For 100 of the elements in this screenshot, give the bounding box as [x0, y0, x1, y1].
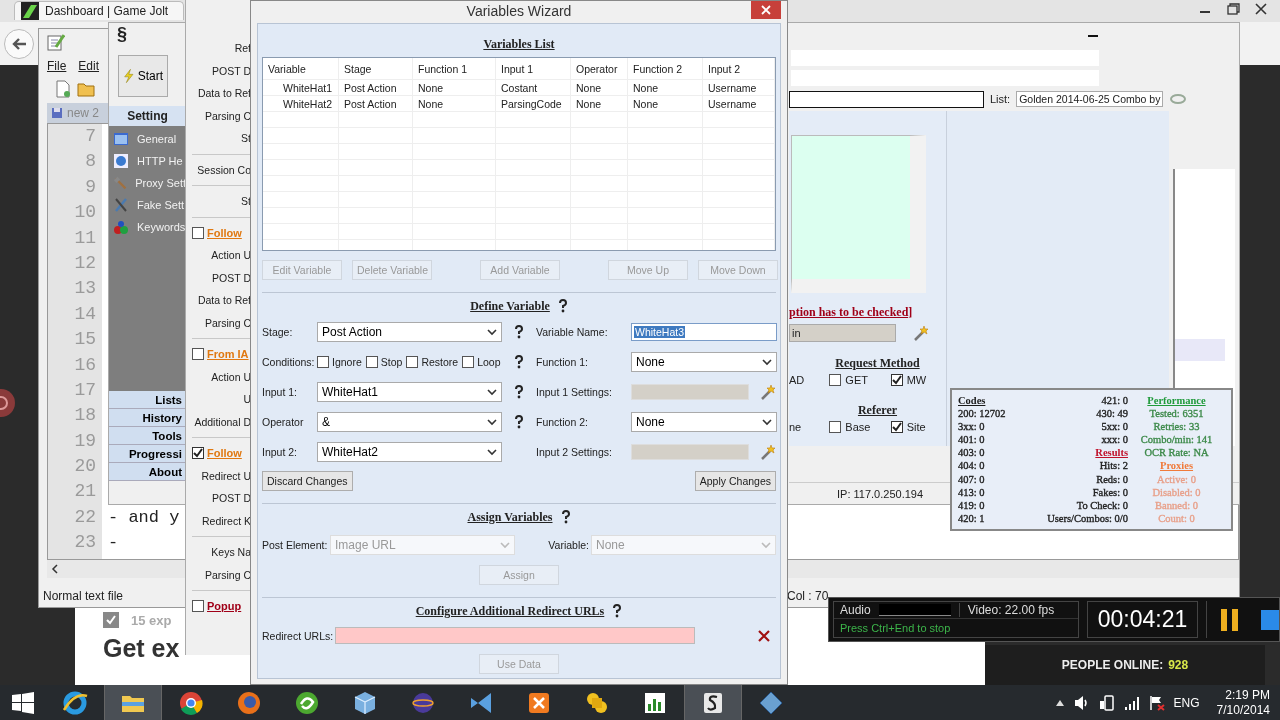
browser-tab[interactable]: Dashboard | Game Jolt — [14, 1, 184, 20]
stat-value: Hits: 2 — [1099, 459, 1128, 473]
table-cell: None — [571, 80, 628, 96]
stat-value: 421: 0 — [1101, 394, 1128, 408]
option-label: Site — [906, 421, 926, 433]
line-number: 23 — [73, 531, 97, 555]
option-label: MW — [906, 374, 927, 386]
option-note: ption has to be checked] — [789, 305, 914, 320]
cursor-position: Col : 70 — [787, 589, 830, 603]
nav-button[interactable]: History — [109, 409, 186, 427]
field-label: POST D — [212, 492, 251, 505]
table-cell: Post Action — [339, 80, 413, 96]
line-number: 16 — [73, 353, 97, 377]
headline: Get ex — [103, 634, 180, 663]
dropdown[interactable]: Post Action — [317, 322, 502, 342]
stat-value: OCR Rate: NA — [1144, 446, 1209, 460]
stat-value: Fakes: 0 — [1092, 485, 1128, 499]
field-label: Redirect U — [201, 469, 251, 482]
audio-label: Audio — [840, 603, 871, 617]
stat-value: 413: 0 — [958, 485, 985, 499]
field-label: Variable: — [547, 539, 589, 551]
settings-item[interactable]: Keywords — [113, 218, 186, 236]
code-line: - and y — [108, 507, 180, 527]
stat-value: Users/Combos: 0/0 — [1047, 511, 1128, 525]
stats-heading: Codes — [958, 394, 986, 408]
line-number: 13 — [73, 277, 97, 301]
field-label: POST D — [212, 271, 251, 284]
list-field[interactable]: Golden 2014-06-25 Combo by — [1016, 91, 1164, 107]
menu-item[interactable]: Edit — [78, 59, 100, 73]
field-label: Parsing C — [204, 316, 251, 329]
stat-value: Combo/min: 141 — [1140, 433, 1213, 447]
input-field[interactable]: in — [789, 324, 896, 342]
stat-value: 420: 1 — [958, 511, 985, 525]
table-cell: Costant — [496, 80, 571, 96]
menu-item[interactable]: File — [47, 59, 67, 73]
field-label: Data to Ref — [197, 87, 251, 100]
table-cell: None — [628, 80, 703, 96]
ip-address: IP: 117.0.250.194 — [837, 487, 924, 500]
button[interactable]: Discard Changes — [262, 471, 353, 491]
field-label: POST D — [212, 64, 251, 77]
dropdown[interactable]: WhiteHat2 — [317, 442, 502, 462]
dropdown[interactable]: & — [317, 412, 502, 432]
elapsed-time: 00:04:21 — [1086, 601, 1198, 638]
checkbox-label: Loop — [477, 356, 501, 368]
nav-button[interactable]: Lists — [109, 391, 186, 409]
dropdown[interactable]: None — [631, 412, 777, 432]
stat-value: Retries: 33 — [1153, 420, 1200, 434]
dropdown[interactable]: None — [631, 352, 777, 372]
task-label: 15 exp — [131, 612, 172, 628]
field-label: Additional D — [194, 415, 251, 428]
stat-value: 404: 0 — [958, 459, 985, 473]
line-number: 14 — [73, 302, 97, 326]
checkbox-label: Follow — [207, 447, 242, 460]
line-number: 12 — [73, 251, 97, 275]
stat-value: 401: 0 — [958, 433, 985, 447]
column-header: Stage — [339, 58, 413, 80]
code-line: - — [108, 533, 119, 553]
checkbox-label: Restore — [421, 356, 459, 368]
field-label: Keys Na — [211, 546, 251, 559]
dropdown[interactable]: WhiteHat1 — [317, 382, 502, 402]
list-label: List: — [990, 93, 1011, 105]
line-number: 15 — [73, 328, 97, 352]
stats-heading: Results — [1095, 446, 1128, 460]
checkbox-label: From IA — [207, 348, 249, 361]
line-number: 22 — [73, 505, 97, 529]
field-label: Input 1 Settings: — [536, 386, 613, 398]
stat-value: 200: 12702 — [958, 407, 1006, 421]
stat-value: Count: 0 — [1158, 511, 1195, 525]
checkbox-label: Stop — [380, 356, 403, 368]
text-field[interactable]: WhiteHat3 — [631, 323, 777, 341]
stat-value: Disabled: 0 — [1152, 485, 1201, 499]
settings-item[interactable]: HTTP He — [113, 152, 186, 170]
table-cell: WhiteHat1 — [263, 80, 339, 96]
start-button[interactable]: Start — [118, 55, 168, 97]
option-label: ne — [789, 421, 803, 433]
column-header: Operator — [571, 58, 628, 80]
checkbox-label: Popup — [207, 600, 242, 613]
stat-value: 430: 49 — [1096, 407, 1128, 421]
nav-button[interactable]: Tools — [109, 427, 186, 445]
window-title: Variables Wizard — [466, 3, 572, 19]
nav-button[interactable]: Progressi — [109, 445, 186, 463]
column-header: Input 2 — [703, 58, 775, 80]
settings-item[interactable]: Proxy Sett — [113, 174, 186, 192]
settings-item[interactable]: General — [113, 130, 186, 148]
field-label: Redirect URLs: — [262, 629, 334, 642]
line-number: 7 — [84, 125, 97, 148]
field-label: Parsing C — [204, 109, 251, 122]
field-label: Action U — [211, 370, 251, 383]
stat-value: Reds: 0 — [1096, 472, 1128, 486]
language-indicator[interactable]: ENG — [1173, 695, 1200, 710]
table-cell: Username — [703, 80, 775, 96]
option-label: AD — [789, 374, 806, 386]
video-rate: Video: 22.00 fps — [958, 603, 1055, 617]
button[interactable]: Apply Changes — [694, 471, 776, 491]
field-label: Function 2: — [536, 416, 589, 428]
section-title: Configure Additional Redirect URLs — [415, 603, 605, 619]
settings-item[interactable]: Fake Sett — [113, 196, 186, 214]
field-label: Function 1: — [536, 356, 589, 368]
nav-button[interactable]: About — [109, 463, 186, 481]
field-label: Parsing C — [204, 568, 251, 581]
